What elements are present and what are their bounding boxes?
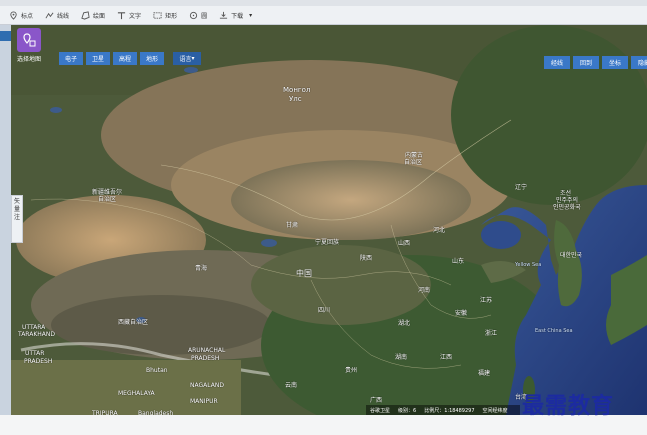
status-scale: 比例尺：1:18489297 <box>424 407 475 414</box>
map-label-uttar-pradesh: PRADESH <box>24 358 53 365</box>
status-coordinates: 空间经纬度 <box>482 407 508 414</box>
map-label-xinjiang: 自治区 <box>98 196 117 203</box>
map-label-xizang: 西藏自治区 <box>118 319 149 326</box>
map-label-jiangsu: 江苏 <box>480 297 493 304</box>
map-label-gansu: 甘肃 <box>286 222 299 229</box>
satellite-map[interactable]: 电子 卫星 高程 地形 语言 ▾ 经线 回到 坐标 隐藏 <box>11 25 647 415</box>
map-label-meghalaya: MEGHALAYA <box>118 390 155 397</box>
map-label-qinghai: 青海 <box>195 265 208 272</box>
polygon-icon <box>81 10 90 20</box>
satellite-imagery <box>11 25 647 415</box>
rectangle-icon <box>153 11 162 19</box>
tool-label: 矩形 <box>165 12 178 20</box>
language-label: 语言 <box>179 56 192 63</box>
vector-annotation-toggle[interactable]: 矢 量 注 <box>11 195 23 243</box>
tool-label: 下载 <box>231 12 244 20</box>
map-type-elevation[interactable]: 高程 <box>113 52 137 65</box>
tool-draw-line[interactable]: 线线 <box>42 6 72 24</box>
map-label-pradesh: PRADESH <box>191 355 220 362</box>
map-select-icon <box>17 28 41 52</box>
map-type-terrain[interactable]: 地形 <box>140 52 164 65</box>
map-label-mongolia: Улс <box>289 95 302 103</box>
map-type-satellite[interactable]: 卫星 <box>86 52 110 65</box>
map-label-sichuan: 四川 <box>318 307 331 314</box>
polyline-icon <box>45 12 54 18</box>
map-label-shaanxi: 陕西 <box>360 255 373 262</box>
tool-circle[interactable]: 圆 <box>186 6 210 24</box>
right-tool-button[interactable]: 回到 <box>573 56 599 69</box>
map-label-shanxi: 山西 <box>398 240 411 247</box>
select-map-button[interactable]: 选择地图 <box>14 28 44 64</box>
status-zoom: 级别：6 <box>398 407 417 414</box>
map-label-bhutan: Bhutan <box>146 367 168 374</box>
tool-rectangle[interactable]: 矩形 <box>150 6 180 24</box>
tool-label: 圆 <box>201 12 208 20</box>
map-label-south-korea: 대한민국 <box>560 252 583 259</box>
map-label-uttara: UTTARA <box>22 324 46 331</box>
tool-draw-polygon[interactable]: 绘面 <box>78 6 108 24</box>
tool-text[interactable]: 文字 <box>114 6 144 24</box>
map-pin-icon <box>10 10 17 20</box>
tool-download[interactable]: 下载 ▾ <box>216 6 255 24</box>
map-label-ningxia: 宁夏回族 <box>315 239 340 246</box>
drawing-toolbar: 标点 线线 绘面 文字 矩形 圆 下载 ▾ <box>0 6 647 25</box>
map-label-east-china-sea: East China Sea <box>535 328 573 334</box>
select-map-label: 选择地图 <box>16 56 41 63</box>
map-label-china: 中国 <box>296 269 312 278</box>
right-tool-button[interactable]: 经线 <box>544 56 570 69</box>
map-label-jiangxi: 江西 <box>440 354 453 361</box>
status-source: 谷歌卫星 <box>370 407 391 414</box>
map-label-fujian: 福建 <box>478 370 491 377</box>
map-label-zhejiang: 浙江 <box>485 330 498 337</box>
map-label-anhui: 安徽 <box>455 310 468 317</box>
map-label-yunnan: 云南 <box>285 382 298 389</box>
circle-icon <box>189 11 198 19</box>
map-label-shandong: 山东 <box>452 258 465 265</box>
map-label-uttar: UTTAR <box>25 350 45 357</box>
tool-label: 线线 <box>57 12 70 20</box>
map-label-north-korea: 인민공화국 <box>553 204 581 211</box>
chevron-down-icon: ▾ <box>191 55 195 62</box>
vector-label-char: 量 <box>13 206 20 213</box>
map-label-mongolia: Монгол <box>283 86 311 94</box>
map-label-liaoning: 辽宁 <box>515 184 528 191</box>
right-tool-button[interactable]: 坐标 <box>602 56 628 69</box>
map-label-guizhou: 贵州 <box>345 367 358 374</box>
vector-label-char: 注 <box>13 214 20 221</box>
sidebar-active-marker <box>0 31 11 41</box>
watermark: 最需教育 <box>522 393 615 419</box>
status-bar: 谷歌卫星 级别：6 比例尺：1:18489297 空间经纬度 <box>366 405 520 415</box>
tool-label: 标点 <box>21 12 34 20</box>
download-icon <box>219 11 228 19</box>
tool-label: 文字 <box>129 12 142 20</box>
right-tool-button[interactable]: 隐藏 <box>631 56 647 69</box>
map-label-manipur: MANIPUR <box>190 398 218 405</box>
right-toolbar: 经线 回到 坐标 隐藏 <box>544 56 647 69</box>
left-sidebar <box>0 25 11 435</box>
tool-mark-point[interactable]: 标点 <box>6 6 36 24</box>
map-type-electronic[interactable]: 电子 <box>59 52 83 65</box>
map-label-hubei: 湖北 <box>398 320 411 327</box>
map-label-yellow-sea: Yellow Sea <box>515 262 542 268</box>
map-label-hebei: 河北 <box>433 227 446 234</box>
tool-label: 绘面 <box>93 12 106 20</box>
map-label-arunachal: ARUNACHAL <box>188 347 226 354</box>
map-label-guangxi: 广西 <box>370 397 383 404</box>
map-label-tarakhand: TARAKHAND <box>18 331 55 338</box>
map-label-neimeng: 自治区 <box>404 159 423 166</box>
map-label-henan: 河南 <box>418 287 431 294</box>
text-icon <box>117 11 126 19</box>
map-label-nagaland: NAGALAND <box>190 382 224 389</box>
chevron-down-icon[interactable]: ▾ <box>249 12 252 19</box>
language-dropdown[interactable]: 语言 ▾ <box>173 52 201 65</box>
map-label-hunan: 湖南 <box>395 354 408 361</box>
vector-label-char: 矢 <box>13 198 20 205</box>
map-type-switcher: 电子 卫星 高程 地形 语言 ▾ <box>59 52 201 65</box>
